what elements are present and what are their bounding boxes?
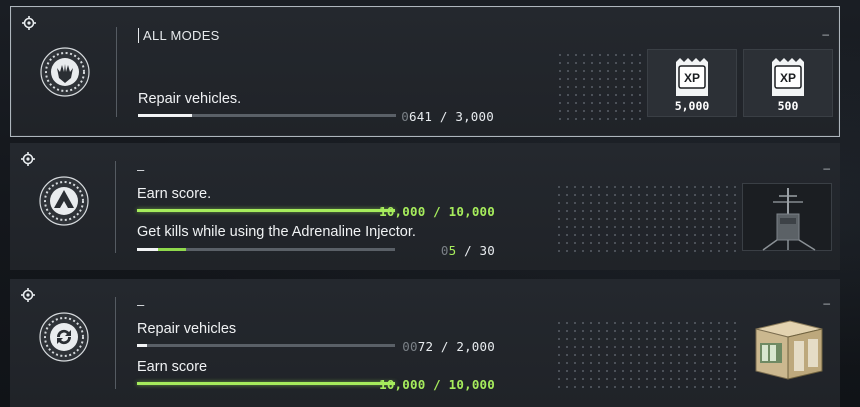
objective-label: Earn score. [137,186,212,202]
reward-xp-5000[interactable]: XP 5,000 [647,49,737,117]
status-dash: – [823,161,830,175]
pin-icon[interactable] [21,152,35,166]
progress-count: 0641 / 3,000 [401,109,494,124]
count-separator: / [425,377,449,392]
dot-grid [555,319,739,391]
reward-value: 500 [777,99,799,113]
supply-crate-image [755,320,823,380]
divider [115,297,116,389]
pin-icon[interactable] [22,16,36,30]
dot-grid [555,183,739,255]
count-total: 10,000 [448,377,495,392]
status-dash: – [823,296,830,310]
count-current: 10,000 [379,377,426,392]
count-total: 3,000 [455,109,494,124]
objective-label: Earn score [137,359,208,375]
count-separator: / [432,109,456,124]
status-dash: – [822,27,829,41]
count-total: 2,000 [456,339,495,354]
count-leading-zero: 0 [401,109,409,124]
svg-text:XP: XP [780,71,796,85]
reward-value: 5,000 [674,99,710,113]
count-leading-zero: 00 [402,339,418,354]
progress-count: 10,000 / 10,000 [379,204,495,219]
count-total: 30 [479,243,495,258]
reward-crate[interactable] [742,315,832,383]
reward-xp-500[interactable]: XP 500 [743,49,833,117]
category-label: – [137,162,145,177]
objective-label: Repair vehicles. [138,91,242,107]
assignment-card-3[interactable]: – – Repair vehicles 0072 / 2,000 Earn sc… [10,279,840,407]
count-total: 10,000 [448,204,495,219]
count-separator: / [456,243,480,258]
progress-fill [138,114,193,117]
progress-bar [137,248,395,251]
dot-grid [556,51,644,123]
progress-count: 05 / 30 [441,243,495,258]
progress-bar [138,114,396,117]
svg-text:XP: XP [684,71,700,85]
assignment-card-1[interactable]: ALL MODES – Repair vehicles. 0641 / 3,00… [10,6,840,137]
assignment-card-2[interactable]: – – Earn score. 10,000 / 10,000 Get kill… [10,143,840,270]
progress-bar [137,382,395,385]
progress-fill [137,382,395,385]
progress-count: 0072 / 2,000 [402,339,495,354]
divider [115,161,116,253]
engineer-emblem-icon [39,312,89,362]
count-separator: / [433,339,457,354]
claw-emblem-icon [40,47,90,97]
divider [116,27,117,117]
reward-gadget[interactable] [742,183,832,251]
progress-count: 10,000 / 10,000 [379,377,495,392]
progress-bar [137,209,395,212]
progress-fill [137,209,395,212]
progress-fill [137,344,148,347]
count-current: 72 [417,339,434,354]
antenna-gadget-image [762,188,816,251]
assault-emblem-icon [39,176,89,226]
pending-progress-fill [157,248,186,251]
count-leading-zero: 0 [440,243,449,258]
count-separator: / [425,204,449,219]
objective-label: Repair vehicles [137,321,237,337]
objective-label: Get kills while using the Adrenaline Inj… [137,224,416,240]
count-current: 641 [408,109,433,124]
pin-icon[interactable] [21,288,35,302]
progress-bar [137,344,395,347]
category-label: – [137,297,145,312]
count-current: 10,000 [379,204,426,219]
category-label: ALL MODES [138,28,220,43]
